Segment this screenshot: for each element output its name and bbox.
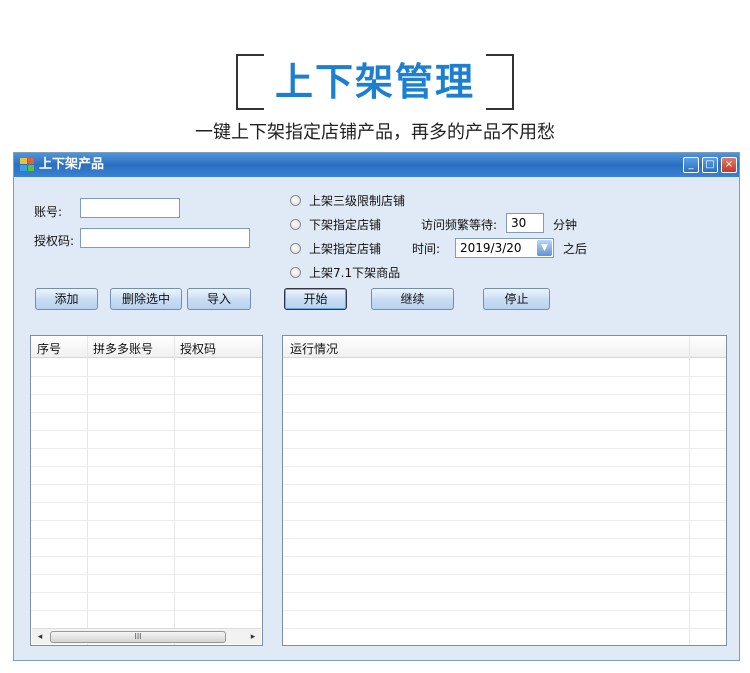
scroll-left-icon[interactable]: ◂ — [32, 629, 48, 645]
radio-label: 上架三级限制店铺 — [309, 194, 406, 208]
grid-row-line — [31, 610, 262, 611]
run-log-table[interactable]: 运行情况 — [282, 335, 727, 646]
radio-circle[interactable] — [290, 195, 301, 206]
banner-subtitle: 一键上下架指定店铺产品，再多的产品不用愁 — [195, 122, 555, 143]
radio-circle[interactable] — [290, 267, 301, 278]
minimize-icon[interactable]: _ — [683, 157, 699, 173]
import-button[interactable]: 导入 — [187, 288, 251, 310]
column-divider — [174, 336, 175, 645]
scroll-thumb[interactable]: III — [50, 631, 226, 643]
banner: 上下架管理 一键上下架指定店铺产品，再多的产品不用愁 — [0, 0, 750, 150]
account-label: 账号: — [34, 205, 63, 219]
grid-row-line — [31, 430, 262, 431]
auth-code-label: 授权码: — [34, 234, 75, 248]
grid-row-line — [283, 592, 726, 593]
grid-row-line — [31, 394, 262, 395]
grid-row-line — [283, 430, 726, 431]
radio-circle[interactable] — [290, 243, 301, 254]
radio-label: 上架7.1下架商品 — [309, 266, 401, 280]
grid-row-line — [31, 574, 262, 575]
close-icon[interactable]: × — [721, 157, 737, 173]
account-input[interactable] — [80, 198, 180, 218]
grid-row-line — [31, 466, 262, 467]
grid-row-line — [31, 520, 262, 521]
date-picker[interactable]: 2019/3/20 ▼ — [455, 238, 554, 258]
grid-row-line — [31, 592, 262, 593]
column-header-auth-code[interactable]: 授权码 — [180, 340, 216, 357]
radio-list-store[interactable]: 上架指定店铺 — [290, 240, 381, 257]
grid-row-line — [283, 376, 726, 377]
scroll-right-icon[interactable]: ▸ — [245, 629, 261, 645]
maximize-icon[interactable]: □ — [702, 157, 718, 173]
grid-row-line — [31, 502, 262, 503]
grid-row-line — [283, 448, 726, 449]
grid-row-line — [283, 628, 726, 629]
wait-unit-label: 分钟 — [553, 218, 578, 232]
auth-code-input[interactable] — [80, 228, 250, 248]
grid-row-line — [283, 484, 726, 485]
grid-row-line — [283, 466, 726, 467]
client-area: 账号: 授权码: 上架三级限制店铺 下架指定店铺 上架指定店铺 上架7.1下架商… — [14, 177, 739, 660]
radio-list-71[interactable]: 上架7.1下架商品 — [290, 264, 400, 281]
delete-selected-button[interactable]: 删除选中 — [110, 288, 182, 310]
grid-row-line — [283, 502, 726, 503]
app-window: 上下架产品 _ □ × 账号: 授权码: 上架三级限制店铺 下架指定店铺 上架指… — [13, 152, 740, 661]
grid-row-line — [31, 448, 262, 449]
run-log-header: 运行情况 — [283, 336, 726, 358]
column-divider — [87, 336, 88, 645]
left-bracket — [236, 54, 264, 110]
wait-label: 访问频繁等待: — [421, 218, 498, 232]
grid-row-line — [283, 556, 726, 557]
grid-row-line — [31, 376, 262, 377]
app-icon — [20, 158, 34, 171]
grid-row-line — [31, 538, 262, 539]
add-button[interactable]: 添加 — [35, 288, 98, 310]
date-value: 2019/3/20 — [460, 241, 522, 255]
radio-label: 下架指定店铺 — [309, 218, 382, 232]
grid-row-line — [31, 412, 262, 413]
grid-row-line — [283, 412, 726, 413]
horizontal-scrollbar[interactable]: ◂ III ▸ — [32, 628, 261, 644]
column-header-pdd-account[interactable]: 拼多多账号 — [93, 340, 153, 357]
radio-circle[interactable] — [290, 219, 301, 230]
stop-button[interactable]: 停止 — [483, 288, 550, 310]
grid-row-line — [283, 538, 726, 539]
column-divider — [689, 336, 690, 645]
continue-button[interactable]: 继续 — [371, 288, 454, 310]
radio-delist-store[interactable]: 下架指定店铺 — [290, 216, 381, 233]
column-header-run-status[interactable]: 运行情况 — [290, 340, 338, 357]
grid-row-line — [283, 610, 726, 611]
grid-row-line — [31, 484, 262, 485]
after-label: 之后 — [563, 242, 588, 256]
banner-title: 上下架管理 — [274, 60, 475, 104]
accounts-table[interactable]: 序号 拼多多账号 授权码 ◂ III ▸ — [30, 335, 263, 646]
right-bracket — [486, 54, 514, 110]
title-bar[interactable]: 上下架产品 _ □ × — [14, 153, 739, 177]
radio-label: 上架指定店铺 — [309, 242, 382, 256]
column-header-index[interactable]: 序号 — [37, 340, 61, 357]
grid-row-line — [283, 574, 726, 575]
chevron-down-icon[interactable]: ▼ — [537, 240, 552, 256]
wait-minutes-input[interactable] — [506, 213, 544, 233]
window-title: 上下架产品 — [39, 157, 105, 172]
time-label: 时间: — [412, 242, 441, 256]
accounts-table-header: 序号 拼多多账号 授权码 — [31, 336, 262, 358]
grid-row-line — [31, 556, 262, 557]
radio-list-third-level[interactable]: 上架三级限制店铺 — [290, 192, 405, 209]
grid-row-line — [283, 394, 726, 395]
grid-row-line — [283, 520, 726, 521]
start-button[interactable]: 开始 — [284, 288, 347, 310]
